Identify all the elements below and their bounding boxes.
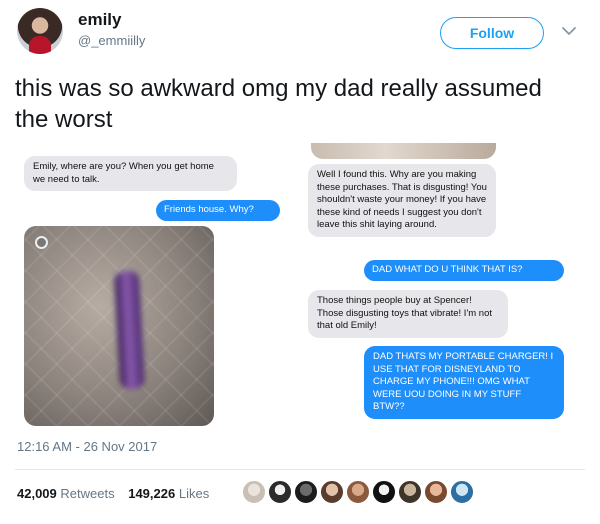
charger-photo — [24, 226, 214, 426]
message-bubble: Emily, where are you? When you get home … — [24, 156, 237, 191]
message-bubble: DAD THATS MY PORTABLE CHARGER! I USE THA… — [364, 346, 564, 419]
photo-fragment — [311, 143, 496, 159]
avatar[interactable] — [17, 8, 63, 54]
retweets-label[interactable]: Retweets — [60, 486, 114, 501]
message-bubble: DAD WHAT DO U THINK THAT IS? — [364, 260, 564, 281]
avatar[interactable] — [424, 480, 448, 504]
avatar[interactable] — [268, 480, 292, 504]
retweets-count[interactable]: 42,009 — [17, 486, 57, 501]
message-bubble: Friends house. Why? — [156, 200, 280, 221]
likes-count[interactable]: 149,226 — [128, 486, 175, 501]
avatar[interactable] — [346, 480, 370, 504]
divider — [15, 469, 585, 470]
avatar[interactable] — [294, 480, 318, 504]
avatar[interactable] — [372, 480, 396, 504]
avatar[interactable] — [242, 480, 266, 504]
follow-button[interactable]: Follow — [440, 17, 544, 49]
message-bubble: Well I found this. Why are you making th… — [308, 164, 496, 237]
avatar[interactable] — [320, 480, 344, 504]
avatar[interactable] — [450, 480, 474, 504]
attached-screenshot[interactable]: Emily, where are you? When you get home … — [18, 143, 580, 430]
tweet-text: this was so awkward omg my dad really as… — [15, 75, 542, 133]
likes-label[interactable]: Likes — [179, 486, 209, 501]
user-handle[interactable]: @_emmiilly — [78, 33, 145, 48]
tweet-stats: 42,009 Retweets 149,226 Likes — [17, 486, 209, 501]
avatar[interactable] — [398, 480, 422, 504]
tweet-timestamp[interactable]: 12:16 AM - 26 Nov 2017 — [17, 439, 157, 454]
live-photo-icon — [35, 236, 48, 249]
message-bubble: Those things people buy at Spencer! Thos… — [308, 290, 508, 338]
chevron-down-icon[interactable] — [560, 24, 578, 38]
liker-avatars — [242, 480, 476, 504]
tweet-header: emily @_emmiilly Follow — [0, 0, 600, 66]
charger-image — [113, 270, 146, 390]
display-name[interactable]: emily — [78, 10, 121, 30]
